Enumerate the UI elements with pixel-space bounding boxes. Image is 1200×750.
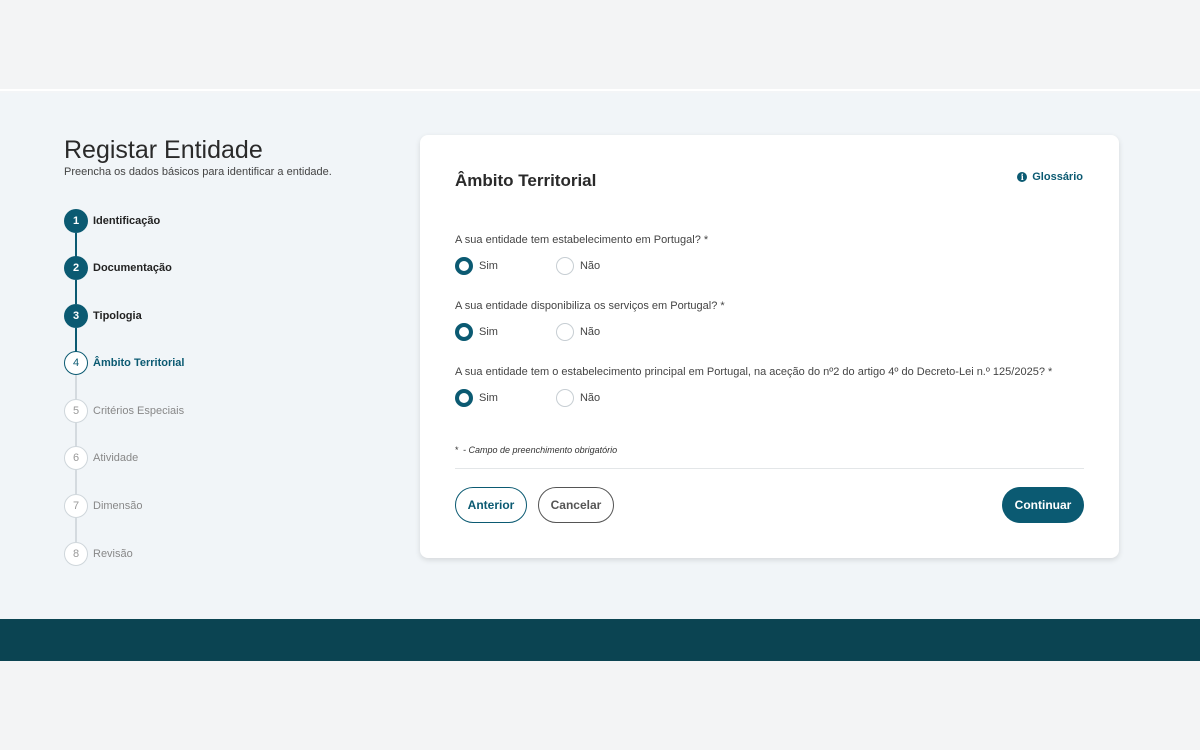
- step-dimensao: 7 Dimensão: [64, 494, 143, 518]
- step-label: Atividade: [93, 452, 139, 464]
- page-title: Registar Entidade: [64, 136, 263, 164]
- step-revisao: 8 Revisão: [64, 542, 133, 566]
- step-number: 6: [64, 446, 88, 470]
- step-label: Documentação: [93, 262, 172, 274]
- page-bottom: [0, 661, 1200, 750]
- glossary-label: Glossário: [1032, 171, 1083, 183]
- step-criterios-especiais: 5 Critérios Especiais: [64, 399, 184, 423]
- required-fields-note: * - Campo de preenchimento obrigatório: [455, 445, 617, 455]
- step-connector: [75, 280, 77, 304]
- step-documentacao[interactable]: 2 Documentação: [64, 256, 172, 280]
- step-label: Critérios Especiais: [93, 405, 185, 417]
- question-main-establishment: A sua entidade tem o estabelecimento pri…: [455, 366, 1053, 378]
- cancel-button[interactable]: Cancelar: [538, 487, 614, 523]
- step-number: 2: [64, 256, 88, 280]
- radio-option-no[interactable]: Não: [555, 323, 601, 341]
- radio-option-yes[interactable]: Sim: [455, 323, 498, 341]
- radio-label: Sim: [479, 326, 498, 338]
- step-number: 3: [64, 304, 88, 328]
- radio-label: Não: [579, 260, 601, 272]
- question-services: A sua entidade disponibiliza os serviços…: [455, 300, 725, 312]
- form-card: Âmbito Territorial i Glossário A sua ent…: [420, 135, 1119, 558]
- radio-label: Não: [579, 326, 601, 338]
- step-number: 4: [64, 351, 88, 375]
- radio-button[interactable]: [455, 389, 473, 407]
- required-note-text: - Campo de preenchimento obrigatório: [463, 445, 618, 455]
- step-label: Identificação: [93, 215, 161, 227]
- radio-button[interactable]: [455, 323, 473, 341]
- step-connector: [75, 470, 77, 494]
- step-connector: [75, 375, 77, 399]
- radio-option-no[interactable]: Não: [555, 257, 601, 275]
- step-label: Revisão: [93, 548, 133, 560]
- radio-label: Sim: [479, 392, 498, 404]
- radio-label: Sim: [479, 260, 498, 272]
- radio-button[interactable]: [555, 257, 574, 275]
- radio-button[interactable]: [555, 389, 574, 407]
- section-title: Âmbito Territorial: [455, 171, 597, 190]
- radio-option-yes[interactable]: Sim: [455, 257, 498, 275]
- radio-group-establishment: Sim Não: [455, 257, 600, 275]
- question-establishment: A sua entidade tem estabelecimento em Po…: [455, 234, 709, 246]
- step-label: Dimensão: [93, 500, 143, 512]
- radio-option-no[interactable]: Não: [555, 389, 601, 407]
- step-label: Âmbito Territorial: [93, 357, 185, 369]
- glossary-link[interactable]: i Glossário: [1017, 171, 1083, 183]
- step-connector: [75, 328, 77, 352]
- step-atividade: 6 Atividade: [64, 446, 138, 470]
- step-number: 1: [64, 209, 88, 233]
- info-icon: i: [1017, 172, 1028, 182]
- continue-button[interactable]: Continuar: [1002, 487, 1084, 523]
- radio-group-services: Sim Não: [455, 323, 600, 341]
- divider: [455, 468, 1084, 469]
- step-tipologia[interactable]: 3 Tipologia: [64, 304, 142, 328]
- previous-button[interactable]: Anterior: [455, 487, 527, 523]
- top-header-bar: [0, 0, 1200, 91]
- step-number: 7: [64, 494, 88, 518]
- step-number: 8: [64, 542, 88, 566]
- step-ambito-territorial: 4 Âmbito Territorial: [64, 351, 184, 375]
- step-connector: [75, 423, 77, 447]
- step-number: 5: [64, 399, 88, 423]
- radio-option-yes[interactable]: Sim: [455, 389, 498, 407]
- footer-band: [0, 619, 1200, 661]
- radio-label: Não: [579, 392, 601, 404]
- step-connector: [75, 233, 77, 257]
- radio-button[interactable]: [455, 257, 473, 275]
- step-label: Tipologia: [93, 310, 142, 322]
- required-star: *: [455, 445, 459, 455]
- step-connector: [75, 518, 77, 542]
- radio-group-main-establishment: Sim Não: [455, 389, 600, 407]
- page-subtitle: Preencha os dados básicos para identific…: [64, 166, 332, 178]
- radio-button[interactable]: [555, 323, 574, 341]
- step-identificacao[interactable]: 1 Identificação: [64, 209, 160, 233]
